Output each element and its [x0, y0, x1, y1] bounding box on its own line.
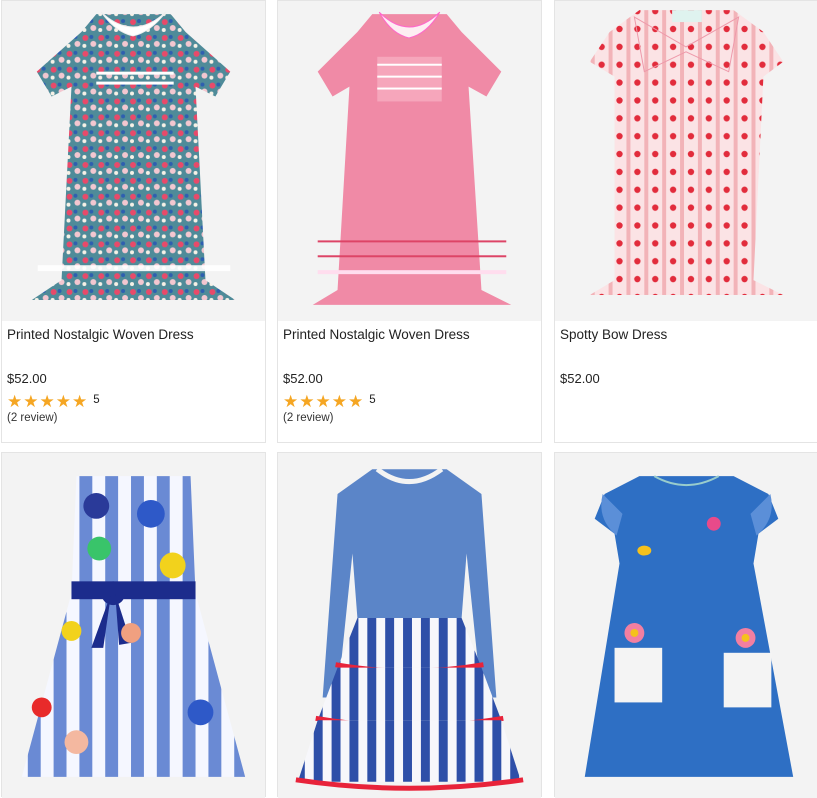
- product-title[interactable]: Printed Nostalgic Woven Dress: [283, 327, 470, 342]
- floral-dress-illustration: [31, 11, 236, 300]
- product-card[interactable]: Printed Nostalgic Woven Dress $52.00 ★★★…: [277, 0, 542, 443]
- striped-dress-illustration: [21, 476, 246, 777]
- product-card[interactable]: [554, 452, 817, 798]
- product-price: $52.00: [560, 371, 600, 386]
- rating-value: 5: [369, 394, 376, 406]
- product-title[interactable]: Spotty Bow Dress: [560, 327, 667, 342]
- product-image[interactable]: [2, 453, 265, 798]
- product-card[interactable]: Spotty Bow Dress $52.00: [554, 0, 817, 443]
- product-card[interactable]: Printed Nostalgic Woven Dress $52.00 ★★★…: [1, 0, 266, 443]
- pink-dress-illustration: [312, 11, 512, 305]
- star-rating-icon: ★★★★★: [283, 392, 365, 411]
- review-count[interactable]: (2 review): [283, 412, 333, 424]
- product-card[interactable]: [1, 452, 266, 798]
- review-count[interactable]: (2 review): [7, 412, 57, 424]
- star-rating-icon: ★★★★★: [7, 392, 89, 411]
- product-rating: ★★★★★ 5: [7, 392, 100, 411]
- product-price: $52.00: [7, 371, 47, 386]
- product-card[interactable]: [277, 452, 542, 798]
- blue-applique-dress-illustration: [584, 475, 794, 777]
- product-image[interactable]: [2, 1, 265, 321]
- product-image[interactable]: [278, 453, 541, 798]
- product-image[interactable]: [555, 453, 817, 798]
- product-image[interactable]: [278, 1, 541, 321]
- product-title[interactable]: Printed Nostalgic Woven Dress: [7, 327, 194, 342]
- spotty-dress-illustration: [589, 10, 784, 295]
- product-price: $52.00: [283, 371, 323, 386]
- product-rating: ★★★★★ 5: [283, 392, 376, 411]
- product-image[interactable]: [555, 1, 817, 321]
- blue-ruffle-dress-illustration: [295, 467, 524, 791]
- rating-value: 5: [93, 394, 100, 406]
